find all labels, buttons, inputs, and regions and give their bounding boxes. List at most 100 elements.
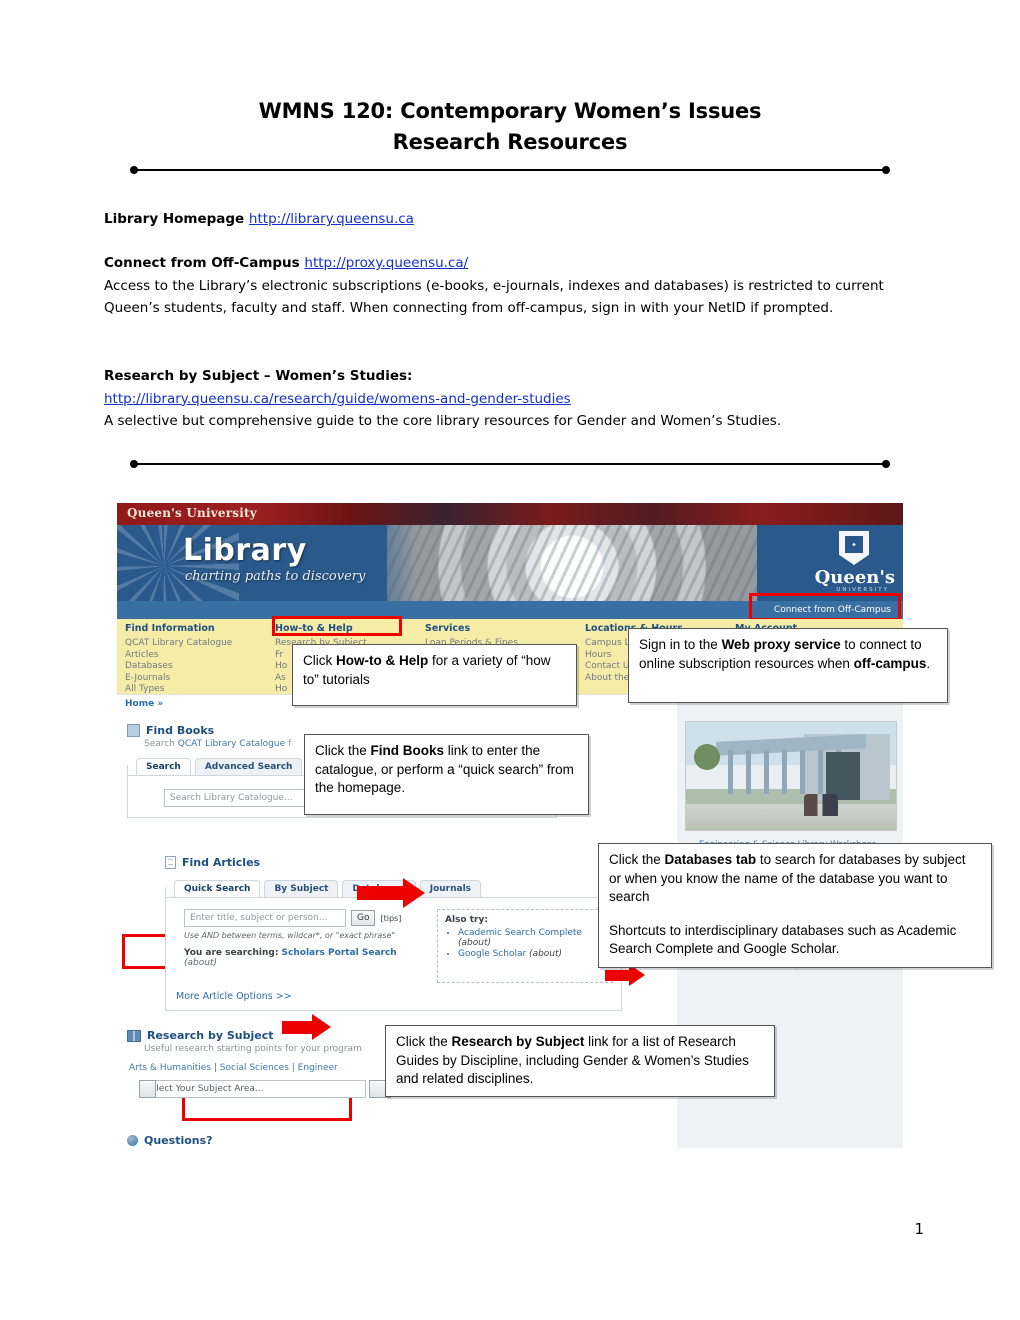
photo-people <box>804 794 838 816</box>
questions-label: Questions? <box>144 1134 213 1147</box>
site-banner: Library charting paths to discovery Quee… <box>117 525 903 601</box>
nav-heading-services[interactable]: Services <box>425 623 565 634</box>
subject-area-select[interactable]: Select Your Subject Area... <box>139 1080 366 1098</box>
handout-page: WMNS 120: Contemporary Women’s Issues Re… <box>0 0 1020 1320</box>
also-try-box: Also try: Academic Search Complete (abou… <box>437 909 613 983</box>
page-title: WMNS 120: Contemporary Women’s Issues Re… <box>104 96 916 158</box>
callout-db-para2: Shortcuts to interdisciplinary databases… <box>609 922 957 957</box>
callout-find-books: Click the Find Books link to enter the c… <box>304 734 589 815</box>
callout-research-by-subject: Click the Research by Subject link for a… <box>385 1025 775 1097</box>
page-title-line1: WMNS 120: Contemporary Women’s Issues <box>258 99 762 123</box>
nav-heading-how-to-help[interactable]: How-to & Help <box>275 623 415 634</box>
also-try-item[interactable]: Google Scholar (about) <box>458 949 605 959</box>
photo-tree <box>694 740 720 774</box>
section-library-homepage: Library Homepage http://library.queensu.… <box>104 208 916 231</box>
nav-column-find-information: Find Information QCAT Library Catalogue … <box>125 623 265 696</box>
nav-item[interactable]: Articles <box>125 650 265 662</box>
also-try-about[interactable]: (about) <box>458 938 491 948</box>
queens-wordmark-sub: UNIVERSITY <box>836 587 889 593</box>
off-campus-label: Connect from Off-Campus <box>104 255 305 271</box>
also-try-item[interactable]: Academic Search Complete (about) <box>458 928 605 948</box>
rbs-body: A selective but comprehensive guide to t… <box>104 413 782 429</box>
callout-rbs-part1: Click the <box>396 1034 452 1049</box>
library-building-photo <box>685 721 897 831</box>
callout-howto-bold: How-to & Help <box>336 653 429 668</box>
search-syntax-hint: Use AND between terms, wildcar*, or "exa… <box>184 931 396 940</box>
divider-bottom <box>130 460 890 468</box>
banner-gradient <box>347 525 417 601</box>
callout-rbs-bold: Research by Subject <box>451 1034 585 1049</box>
find-articles-body: Enter title, subject or person... Go [ti… <box>166 909 621 983</box>
tab-by-subject[interactable]: By Subject <box>264 880 339 897</box>
off-campus-link[interactable]: http://proxy.queensu.ca/ <box>304 255 468 271</box>
quick-search-column: Enter title, subject or person... Go [ti… <box>184 909 423 983</box>
utility-bar: Connect from Off-Campus <box>117 601 903 619</box>
tab-journals[interactable]: Journals <box>419 880 482 897</box>
also-try-name: Academic Search Complete <box>458 928 582 938</box>
callout-books-part1: Click the <box>315 743 371 758</box>
also-try-name: Google Scholar <box>458 949 527 959</box>
callout-proxy-part1: Sign in to the <box>639 637 722 652</box>
questions-row[interactable]: Questions? <box>127 1134 213 1147</box>
page-title-line2: Research Resources <box>392 130 628 154</box>
scholars-portal-about[interactable]: (about) <box>184 958 217 968</box>
nav-item[interactable]: Databases <box>125 661 265 673</box>
callout-db-part1: Click the <box>609 852 665 867</box>
section-connect-off-campus: Connect from Off-Campus http://proxy.que… <box>104 252 916 320</box>
also-try-title: Also try: <box>445 915 488 925</box>
nav-item[interactable]: QCAT Library Catalogue <box>125 638 265 650</box>
scholars-portal-link[interactable]: Scholars Portal Search <box>282 948 397 958</box>
university-strip: Queen's University <box>117 503 903 525</box>
breadcrumb[interactable]: Home » <box>125 699 163 709</box>
university-name: Queen's University <box>127 506 257 520</box>
divider-top <box>130 166 890 174</box>
find-articles-heading-row[interactable]: Find Articles <box>165 856 645 869</box>
find-books-sub-suffix: f <box>285 739 292 749</box>
nav-heading-find-information[interactable]: Find Information <box>125 623 265 634</box>
searching-target-line: You are searching: Scholars Portal Searc… <box>184 948 423 968</box>
question-mark-icon <box>127 1135 138 1146</box>
also-try-about[interactable]: (about) <box>529 949 562 959</box>
callout-db-bold: Databases tab <box>664 852 757 867</box>
searching-prefix: You are searching: <box>184 948 282 958</box>
find-books-heading: Find Books <box>146 724 215 737</box>
section-research-by-subject: Research by Subject – Women’s Studies: h… <box>104 365 916 433</box>
off-campus-body: Access to the Library’s electronic subsc… <box>104 277 884 317</box>
callout-proxy-part3: . <box>926 655 931 671</box>
callout-books-bold: Find Books <box>370 743 445 758</box>
library-homepage-link[interactable]: http://library.queensu.ca <box>249 211 414 227</box>
find-articles-heading: Find Articles <box>182 856 261 869</box>
callout-databases-tab: Click the Databases tab to search for da… <box>598 843 992 968</box>
callout-howto-part1: Click <box>303 653 336 668</box>
nav-item[interactable]: E-Journals <box>125 673 265 685</box>
article-search-input[interactable]: Enter title, subject or person... <box>184 909 346 927</box>
find-books-sub-prefix: Search <box>144 739 178 749</box>
more-article-options-link[interactable]: More Article Options >> <box>176 991 621 1002</box>
banner-photo <box>387 525 757 601</box>
library-wordmark: Library <box>183 533 307 568</box>
subject-area-dropdown-arrow-icon[interactable] <box>139 1080 156 1098</box>
library-tagline: charting paths to discovery <box>185 569 366 584</box>
tab-search[interactable]: Search <box>136 758 191 775</box>
library-homepage-label: Library Homepage <box>104 211 249 227</box>
callout-proxy-bold2: off-campus <box>853 655 927 671</box>
qcat-link[interactable]: QCAT Library Catalogue <box>178 739 285 749</box>
photo-entrance <box>826 752 860 800</box>
rbs-heading: Research by Subject <box>147 1029 274 1042</box>
queens-wordmark: Queen's <box>814 567 895 588</box>
find-articles-panel: Quick Search By Subject Databases Journa… <box>165 877 622 1011</box>
tab-advanced-search[interactable]: Advanced Search <box>194 758 303 775</box>
connect-off-campus-link[interactable]: Connect from Off-Campus <box>768 601 897 619</box>
tips-link[interactable]: [tips] <box>380 914 401 923</box>
tab-quick-search[interactable]: Quick Search <box>174 880 261 897</box>
open-book-icon <box>127 1029 141 1042</box>
book-panel-icon <box>127 724 140 737</box>
article-go-button[interactable]: Go <box>351 910 376 926</box>
rbs-label: Research by Subject – Women’s Studies: <box>104 368 413 384</box>
callout-how-to-help: Click How-to & Help for a variety of “ho… <box>292 644 577 706</box>
callout-proxy-bold1: Web proxy service <box>721 637 841 652</box>
rbs-link[interactable]: http://library.queensu.ca/research/guide… <box>104 391 571 407</box>
page-number: 1 <box>914 1220 924 1238</box>
callout-web-proxy: Sign in to the Web proxy service to conn… <box>628 628 948 703</box>
quick-search-row: Enter title, subject or person... Go [ti… <box>184 909 423 927</box>
